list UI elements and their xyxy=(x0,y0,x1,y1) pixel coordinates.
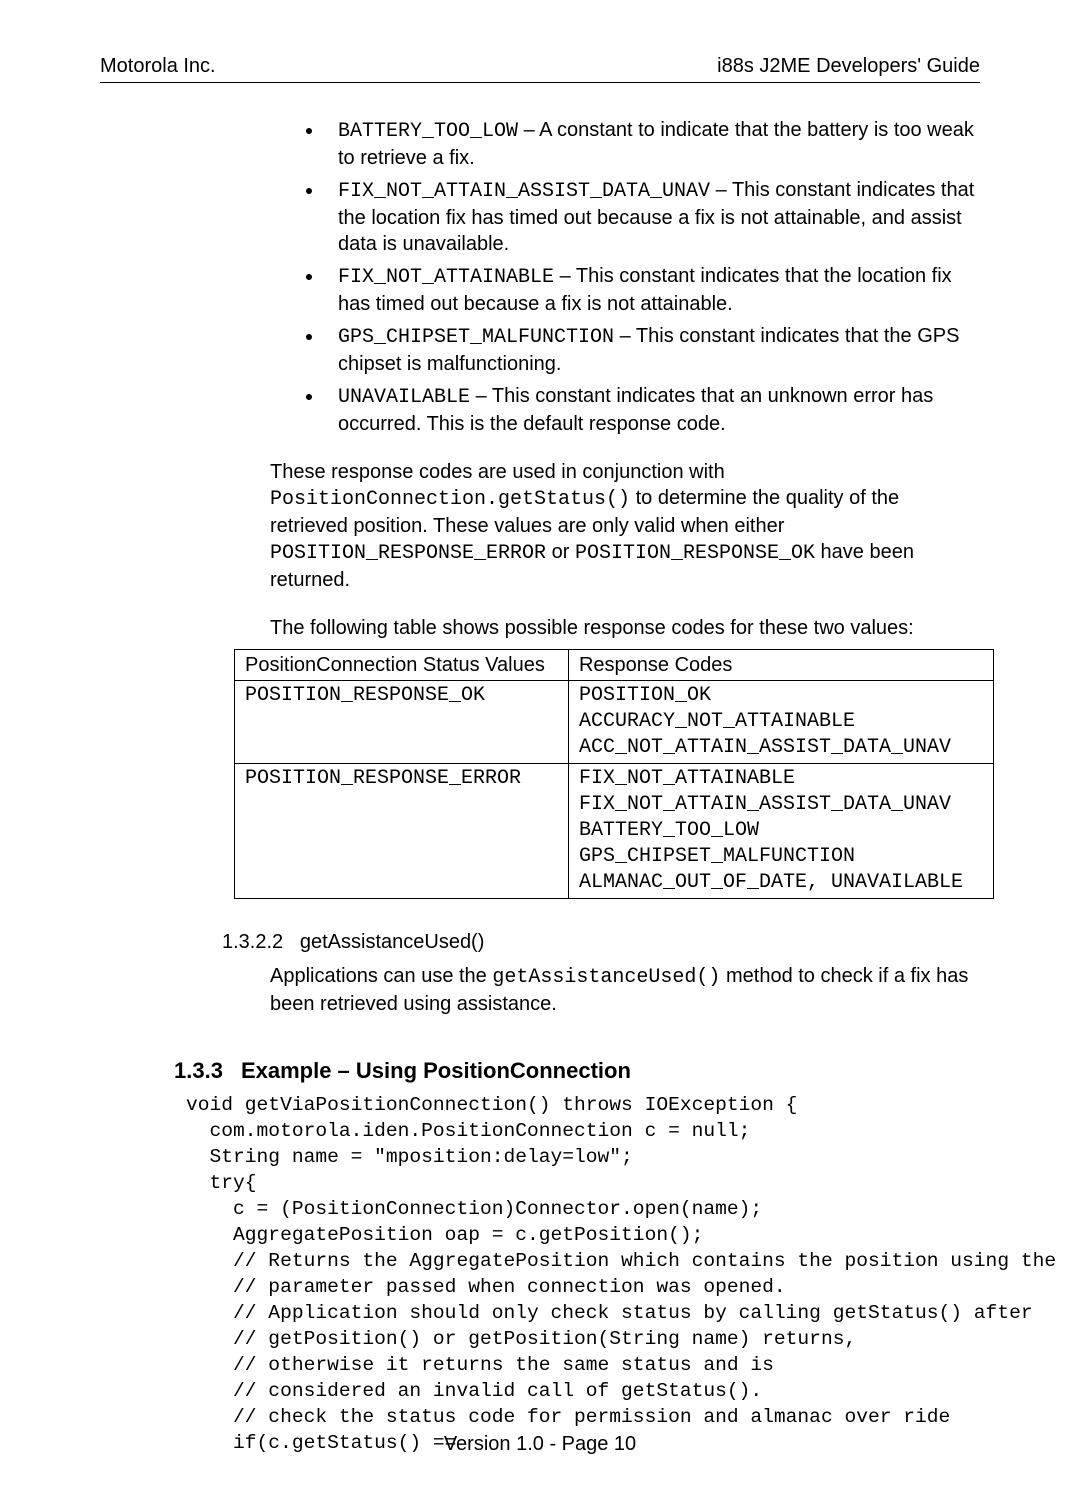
section-title: Example – Using PositionConnection xyxy=(241,1057,631,1086)
running-header: Motorola Inc. i88s J2ME Developers' Guid… xyxy=(100,55,980,78)
constants-list: BATTERY_TOO_LOW – A constant to indicate… xyxy=(100,117,980,437)
const-name: BATTERY_TOO_LOW xyxy=(338,120,518,143)
code-block: void getViaPositionConnection() throws I… xyxy=(186,1092,980,1457)
const-name: FIX_NOT_ATTAIN_ASSIST_DATA_UNAV xyxy=(338,180,710,203)
const-name: UNAVAILABLE xyxy=(338,386,470,409)
table-cell: POSITION_RESPONSE_ERROR xyxy=(235,764,569,899)
subsection-heading: 1.3.2.2 getAssistanceUsed() xyxy=(100,929,980,955)
inline-code: PositionConnection.getStatus() xyxy=(270,488,630,511)
inline-code: POSITION_RESPONSE_OK xyxy=(575,542,815,565)
header-right: i88s J2ME Developers' Guide xyxy=(717,55,980,78)
inline-code: getAssistanceUsed() xyxy=(492,966,720,989)
body: BATTERY_TOO_LOW – A constant to indicate… xyxy=(100,83,980,1456)
table-cell: FIX_NOT_ATTAINABLE FIX_NOT_ATTAIN_ASSIST… xyxy=(568,764,993,899)
list-item: FIX_NOT_ATTAIN_ASSIST_DATA_UNAV – This c… xyxy=(324,177,980,257)
text: Applications can use the xyxy=(270,965,492,987)
section-title: getAssistanceUsed() xyxy=(300,931,485,953)
table-row: POSITION_RESPONSE_ERROR FIX_NOT_ATTAINAB… xyxy=(235,764,994,899)
response-codes-table: PositionConnection Status Values Respons… xyxy=(234,649,994,899)
table-header-row: PositionConnection Status Values Respons… xyxy=(235,650,994,681)
text: These response codes are used in conjunc… xyxy=(270,461,725,483)
table-row: POSITION_RESPONSE_OK POSITION_OK ACCURAC… xyxy=(235,681,994,764)
list-item: UNAVAILABLE – This constant indicates th… xyxy=(324,383,980,437)
section-heading: 1.3.3 Example – Using PositionConnection xyxy=(100,1057,980,1086)
const-name: FIX_NOT_ATTAINABLE xyxy=(338,266,554,289)
paragraph: Applications can use the getAssistanceUs… xyxy=(100,963,980,1017)
page-footer: Version 1.0 - Page 10 xyxy=(0,1433,1080,1456)
const-name: GPS_CHIPSET_MALFUNCTION xyxy=(338,326,614,349)
section-number: 1.3.2.2 xyxy=(222,931,283,953)
list-item: FIX_NOT_ATTAINABLE – This constant indic… xyxy=(324,263,980,317)
table-header: PositionConnection Status Values xyxy=(235,650,569,681)
inline-code: POSITION_RESPONSE_ERROR xyxy=(270,542,546,565)
text: or xyxy=(546,541,575,563)
table-cell: POSITION_RESPONSE_OK xyxy=(235,681,569,764)
list-item: GPS_CHIPSET_MALFUNCTION – This constant … xyxy=(324,323,980,377)
table-cell: POSITION_OK ACCURACY_NOT_ATTAINABLE ACC_… xyxy=(568,681,993,764)
paragraph: These response codes are used in conjunc… xyxy=(100,459,980,593)
header-left: Motorola Inc. xyxy=(100,55,216,78)
section-number: 1.3.3 xyxy=(174,1057,223,1086)
page: Motorola Inc. i88s J2ME Developers' Guid… xyxy=(0,0,1080,1496)
list-item: BATTERY_TOO_LOW – A constant to indicate… xyxy=(324,117,980,171)
paragraph: The following table shows possible respo… xyxy=(100,615,980,641)
table-header: Response Codes xyxy=(568,650,993,681)
